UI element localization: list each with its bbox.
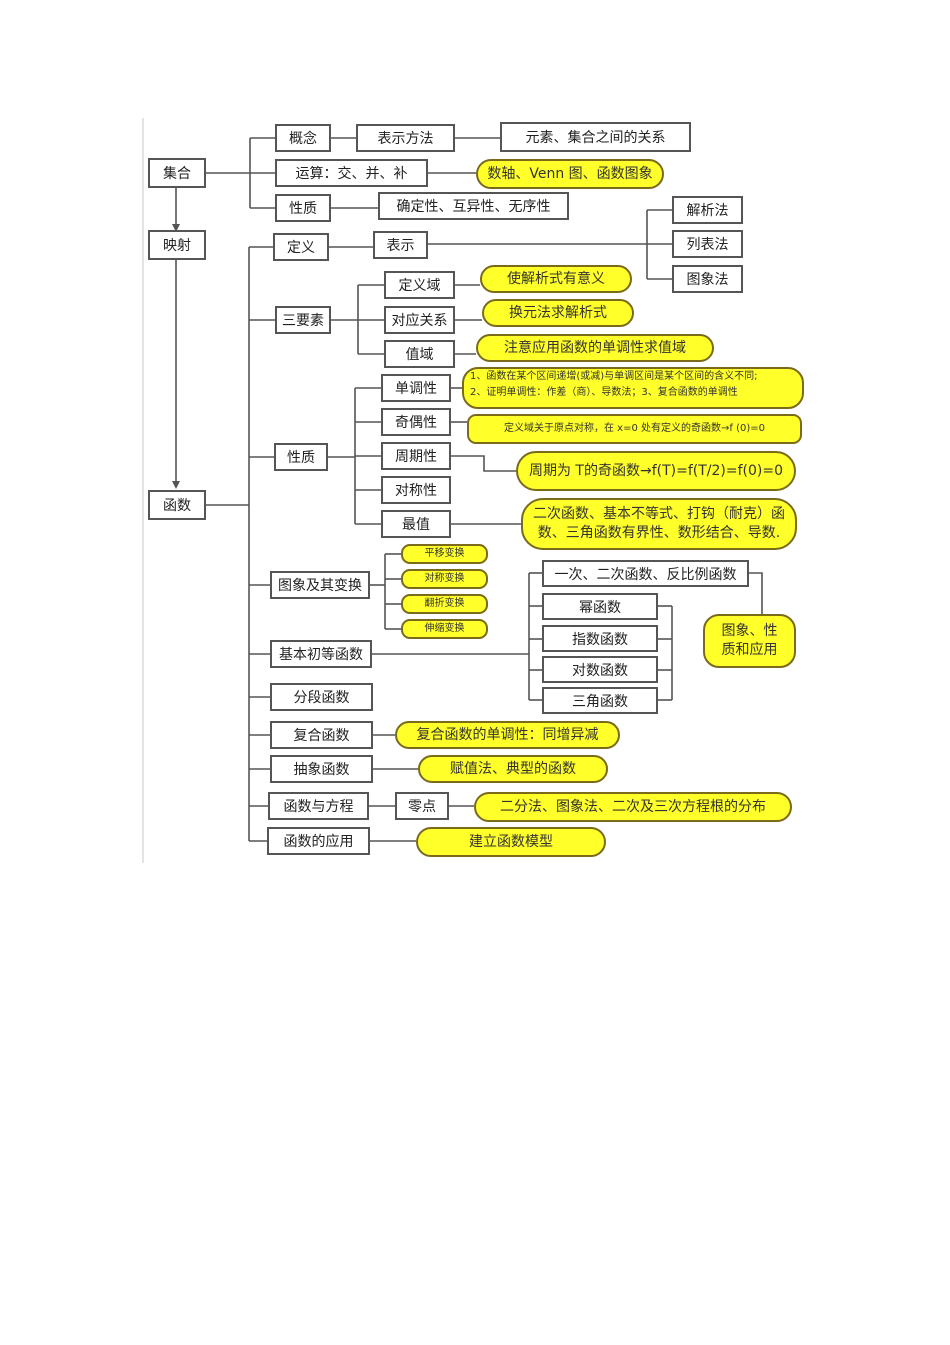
node-duicheng: 对称性 [381, 476, 451, 504]
node-duiying: 对应关系 [384, 306, 455, 334]
node-duishu: 对数函数 [542, 656, 658, 683]
arrow-head [172, 481, 180, 489]
note-zhouqi: 周期为 T的奇函数→f(T)=f(T/2)=f(0)=0 [516, 451, 796, 491]
knowledge-diagram: 集合 映射 函数 概念 表示方法 元素、集合之间的关系 运算：交、并、补 数轴、… [0, 0, 950, 1345]
note-dingyiyu: 使解析式有意义 [480, 265, 632, 293]
node-yici: 一次、二次函数、反比例函数 [542, 560, 749, 587]
node-jihe: 集合 [148, 158, 206, 188]
node-yingshe: 映射 [148, 230, 206, 260]
node-tuxiangfa: 图象法 [672, 265, 743, 293]
note-jiou: 定义域关于原点对称，在 x=0 处有定义的奇函数→f (0)=0 [467, 414, 802, 444]
note-tuxiang-xingzhi: 图象、性质和应用 [703, 614, 796, 668]
node-dingyiyu: 定义域 [384, 271, 455, 299]
node-fuhe: 复合函数 [270, 721, 373, 749]
node-yingyong: 函数的应用 [267, 827, 370, 855]
node-sanjiao: 三角函数 [542, 687, 658, 714]
node-zuizhi: 最值 [381, 510, 451, 538]
node-biaoshi: 表示 [373, 231, 428, 259]
connector [451, 455, 516, 472]
node-dingyi: 定义 [273, 233, 329, 261]
node-dandiao: 单调性 [381, 374, 451, 402]
node-tuxiang-bianhuan: 图象及其变换 [270, 571, 370, 599]
note-pingyi: 平移变换 [401, 544, 488, 564]
node-zhiyu: 值域 [384, 340, 455, 368]
note-fuhe: 复合函数的单调性：同增异减 [395, 721, 620, 749]
note-fanzhe: 翻折变换 [401, 594, 488, 614]
node-biaoshi-fangfa: 表示方法 [356, 124, 455, 152]
connector [749, 572, 763, 614]
note-yingyong: 建立函数模型 [416, 827, 606, 857]
note-chouxiang: 赋值法、典型的函数 [418, 755, 608, 783]
note-shensuo: 伸缩变换 [401, 619, 488, 639]
node-sanyaosu: 三要素 [275, 306, 331, 334]
node-fenduan: 分段函数 [270, 683, 373, 711]
note-zuizhi: 二次函数、基本不等式、打钩（耐克）函数、三角函数有界性、数形结合、导数. [521, 498, 797, 550]
node-jiou: 奇偶性 [381, 408, 451, 436]
note-duiying: 换元法求解析式 [482, 299, 634, 327]
node-queding: 确定性、互异性、无序性 [378, 192, 569, 220]
note-duicheng-bianhuan: 对称变换 [401, 569, 488, 589]
note-dandiao-line-1: 1、函数在某个区间递增(或减)与单调区间是某个区间的含义不同; [470, 371, 758, 382]
node-lingdian: 零点 [395, 792, 449, 820]
note-shuzhou: 数轴、Venn 图、函数图象 [476, 159, 664, 189]
node-chouxiang: 抽象函数 [270, 755, 373, 783]
node-yunsuan: 运算：交、并、补 [275, 159, 428, 187]
node-jiexifa: 解析法 [672, 196, 743, 224]
node-xingzhi-set: 性质 [275, 194, 331, 222]
node-gainian: 概念 [275, 124, 331, 152]
node-liebiaofa: 列表法 [672, 230, 743, 258]
node-yuansu-guanxi: 元素、集合之间的关系 [500, 122, 691, 152]
node-zhishu: 指数函数 [542, 625, 658, 652]
note-dandiao: 1、函数在某个区间递增(或减)与单调区间是某个区间的含义不同; 2、证明单调性：… [462, 367, 804, 409]
note-zhiyu: 注意应用函数的单调性求值域 [476, 334, 714, 362]
node-hanshu: 函数 [148, 490, 206, 520]
node-mi: 幂函数 [542, 593, 658, 620]
node-zhouqi: 周期性 [381, 442, 451, 470]
node-jiben: 基本初等函数 [270, 640, 372, 668]
note-lingdian: 二分法、图象法、二次及三次方程根的分布 [474, 792, 792, 822]
node-xingzhi-fn: 性质 [274, 443, 328, 471]
note-dandiao-line-2: 2、证明单调性：作差（商）、导数法；3、复合函数的单调性 [470, 387, 738, 398]
node-fangcheng: 函数与方程 [268, 792, 369, 820]
